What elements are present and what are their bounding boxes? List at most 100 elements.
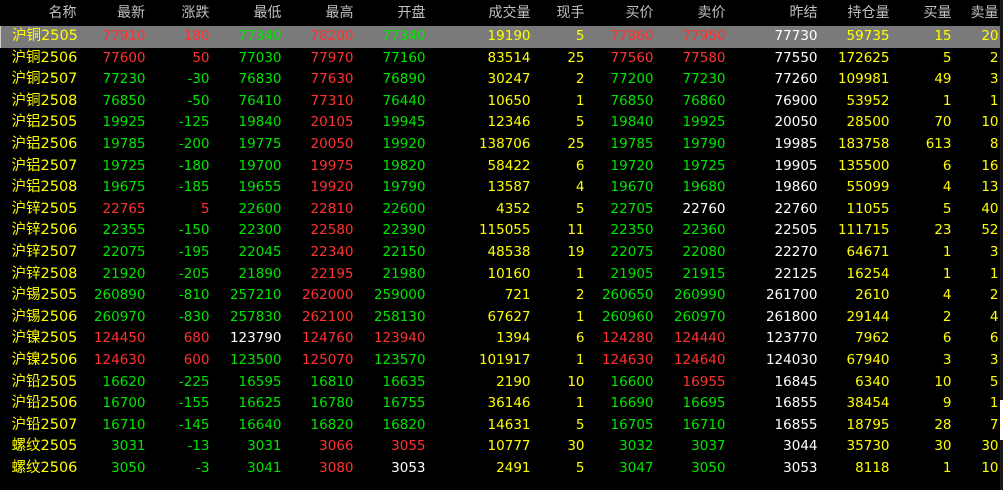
cell-open-interest: 111715 xyxy=(837,222,890,239)
col-header-prev-settle[interactable]: 昨结 xyxy=(729,0,821,26)
quote-row[interactable]: 沪铝2507 19725 -180 19700 19975 19820 58422 6 1972… xyxy=(1,156,1002,178)
cell-ask: 124440 xyxy=(673,330,726,347)
cell-bid: 3032 xyxy=(619,438,654,455)
cell-volume: 2491 xyxy=(496,459,531,476)
cell-volume: 115055 xyxy=(478,222,531,239)
cell-ask-volume: 16 xyxy=(981,157,999,174)
col-header-bid[interactable]: 买价 xyxy=(588,0,657,26)
cell-low: 16595 xyxy=(238,373,282,390)
cell-ask: 260990 xyxy=(673,287,726,304)
cell-bid: 77200 xyxy=(610,71,654,88)
cell-last: 260970 xyxy=(93,308,146,325)
cell-high: 262100 xyxy=(301,308,354,325)
cell-high: 124760 xyxy=(301,330,354,347)
quote-row[interactable]: 沪铜2508 76850 -50 76410 77310 76440 10650 1 76850… xyxy=(1,91,1002,113)
cell-bid: 22350 xyxy=(610,222,654,239)
cell-name: 沪铅2506 xyxy=(11,395,78,412)
cell-prev-settle: 22270 xyxy=(774,243,818,260)
col-header-open-interest[interactable]: 持仓量 xyxy=(821,0,893,26)
quote-row[interactable]: 沪铝2506 19785 -200 19775 20050 19920 138706 25 19… xyxy=(1,134,1002,156)
cell-bid-volume: 4 xyxy=(942,179,952,196)
cell-change: -150 xyxy=(178,222,210,239)
cell-open-interest: 67940 xyxy=(846,351,890,368)
quote-row[interactable]: 沪锌2506 22355 -150 22300 22580 22390 115055 11 22… xyxy=(1,220,1002,242)
quote-row[interactable]: 沪铜2507 77230 -30 76830 77630 76890 30247 2 77200… xyxy=(1,69,1002,91)
cell-change: 680 xyxy=(183,330,210,347)
quote-row[interactable]: 沪锡2506 260970 -830 257830 262100 258130 67627 1… xyxy=(1,307,1002,329)
cell-ask: 3037 xyxy=(691,438,726,455)
cell-bid-volume: 6 xyxy=(942,157,952,174)
cell-name: 沪锡2505 xyxy=(11,287,78,304)
col-header-change[interactable]: 涨跌 xyxy=(149,0,213,26)
cell-bid-volume: 49 xyxy=(934,71,952,88)
cell-open: 19945 xyxy=(382,114,426,131)
quote-row[interactable]: 螺纹2506 3050 -3 3041 3080 3053 2491 5 3047 3050 305… xyxy=(1,458,1002,480)
col-header-name[interactable]: 名称 xyxy=(1,0,83,26)
quote-row[interactable]: 螺纹2505 3031 -13 3031 3066 3055 10777 30 3032 3037… xyxy=(1,436,1002,458)
cell-volume: 10160 xyxy=(487,265,531,282)
cell-current-hand: 2 xyxy=(575,71,585,88)
cell-bid: 19785 xyxy=(610,135,654,152)
cell-change: -13 xyxy=(187,438,210,455)
cell-high: 22580 xyxy=(310,222,354,239)
quote-row[interactable]: 沪锡2505 260890 -810 257210 262000 259000 721 2 26… xyxy=(1,285,1002,307)
cell-low: 257830 xyxy=(229,308,282,325)
cell-ask-volume: 1 xyxy=(989,395,999,412)
cell-change: -195 xyxy=(178,243,210,260)
cell-low: 19655 xyxy=(238,179,282,196)
col-header-high[interactable]: 最高 xyxy=(285,0,357,26)
cell-bid-volume: 6 xyxy=(942,330,952,347)
quote-row[interactable]: 沪锌2507 22075 -195 22045 22340 22150 48538 19 220… xyxy=(1,242,1002,264)
cell-bid: 19720 xyxy=(610,157,654,174)
cell-change: 180 xyxy=(148,26,213,48)
cell-current-hand: 6 xyxy=(575,330,585,347)
quote-row[interactable]: 沪铝2508 19675 -185 19655 19920 19790 13587 4 1967… xyxy=(1,177,1002,199)
cell-bid-volume: 4 xyxy=(942,287,952,304)
quote-row[interactable]: 沪锌2505 22765 5 22600 22810 22600 4352 5 22705 227… xyxy=(1,199,1002,221)
cell-current-hand: 25 xyxy=(567,49,585,66)
cell-change: -125 xyxy=(178,114,210,131)
cell-high: 77310 xyxy=(310,92,354,109)
quote-row[interactable]: 沪铅2506 16700 -155 16625 16780 16755 36146 1 1669… xyxy=(1,393,1002,415)
cell-volume: 12346 xyxy=(487,114,531,131)
cell-current-hand: 4 xyxy=(575,179,585,196)
cell-change: -830 xyxy=(178,308,210,325)
cell-bid: 260650 xyxy=(601,287,654,304)
cell-ask: 260970 xyxy=(673,308,726,325)
cell-name: 螺纹2506 xyxy=(11,459,78,476)
cell-change: -225 xyxy=(178,373,210,390)
col-header-low[interactable]: 最低 xyxy=(213,0,285,26)
col-header-ask-volume[interactable]: 卖量 xyxy=(955,0,1002,26)
col-header-open[interactable]: 开盘 xyxy=(357,0,429,26)
quote-row[interactable]: 沪镍2506 124630 600 123500 125070 123570 101917 1… xyxy=(1,350,1002,372)
cell-bid: 21905 xyxy=(610,265,654,282)
col-header-ask[interactable]: 卖价 xyxy=(657,0,729,26)
cell-open-interest: 28500 xyxy=(846,114,890,131)
cell-prev-settle: 22760 xyxy=(774,200,818,217)
quote-row[interactable]: 沪镍2505 124450 680 123790 124760 123940 1394 6 12… xyxy=(1,328,1002,350)
quote-row[interactable]: 沪铅2505 16620 -225 16595 16810 16635 2190 10 1660… xyxy=(1,372,1002,394)
col-header-last[interactable]: 最新 xyxy=(83,0,149,26)
cell-name: 沪锌2507 xyxy=(11,243,78,260)
quote-row[interactable]: 沪铜2505 77910 180 77340 78200 77340 19190 5 77860… xyxy=(0,26,1002,48)
quote-row[interactable]: 沪铜2506 77600 50 77030 77970 77160 83514 25 77560… xyxy=(1,48,1002,70)
quote-row[interactable]: 沪铅2507 16710 -145 16640 16820 16820 14631 5 1670… xyxy=(1,415,1002,437)
cell-bid: 76850 xyxy=(610,92,654,109)
cell-low: 3031 xyxy=(247,438,282,455)
cell-current-hand: 1 xyxy=(575,395,585,412)
cell-volume: 2190 xyxy=(496,373,531,390)
col-header-volume[interactable]: 成交量 xyxy=(429,0,534,26)
cell-open-interest: 55099 xyxy=(846,179,890,196)
cell-volume: 36146 xyxy=(487,395,531,412)
quote-row[interactable]: 沪锌2508 21920 -205 21890 22195 21980 10160 1 2190… xyxy=(1,264,1002,286)
cell-last: 260890 xyxy=(93,287,146,304)
cell-prev-settle: 77730 xyxy=(728,26,821,48)
cell-prev-settle: 77260 xyxy=(774,71,818,88)
col-header-bid-volume[interactable]: 买量 xyxy=(893,0,955,26)
cell-current-hand: 1 xyxy=(575,92,585,109)
col-header-current-hand[interactable]: 现手 xyxy=(534,0,588,26)
quote-row[interactable]: 沪铝2505 19925 -125 19840 20105 19945 12346 5 1984… xyxy=(1,112,1002,134)
cell-ask: 76860 xyxy=(682,92,726,109)
cell-last: 77910 xyxy=(82,26,149,48)
cell-low: 22045 xyxy=(238,243,282,260)
